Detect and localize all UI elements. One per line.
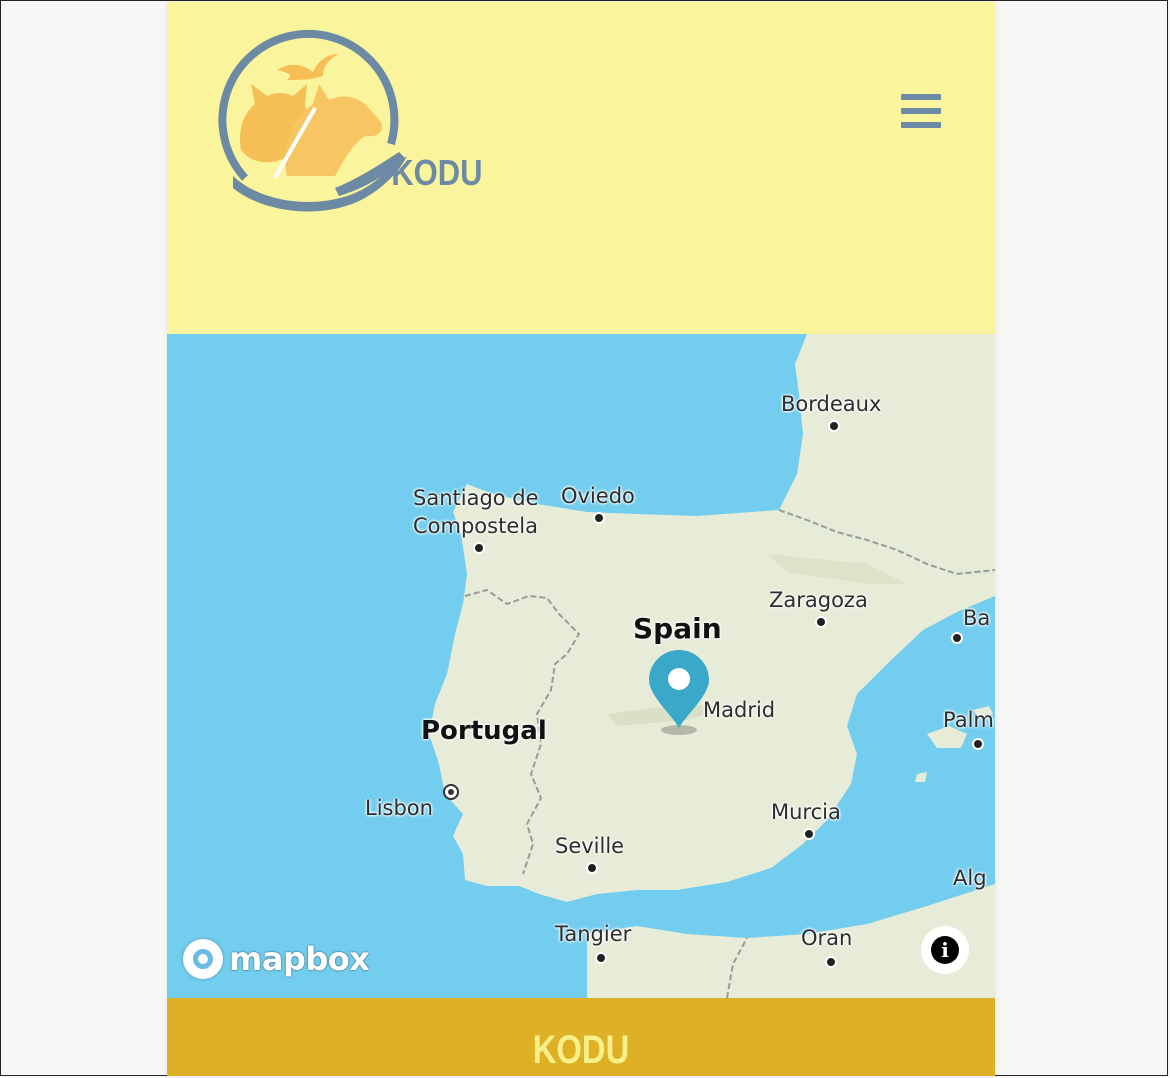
city-dot-seville [586, 862, 598, 874]
city-label-algiers: Alg [953, 866, 987, 890]
location-pin-icon[interactable] [647, 650, 711, 740]
city-dot-tangier [595, 952, 607, 964]
city-label-santiago: Santiago de Compostela [413, 486, 539, 538]
city-dot-zaragoza [815, 616, 827, 628]
city-label-palma: Palm [943, 708, 994, 732]
mobile-viewport: KODU Bordeaux Santiago de Compostela Ovi… [167, 2, 995, 1076]
city-label-madrid: Madrid [703, 698, 776, 722]
city-label-oviedo: Oviedo [561, 484, 635, 508]
city-label-murcia: Murcia [771, 800, 841, 824]
city-label-seville: Seville [555, 834, 625, 858]
mapbox-logo-icon [183, 939, 223, 979]
city-dot-bordeaux [828, 420, 840, 432]
mapbox-logo[interactable]: mapbox [183, 936, 370, 982]
city-dot-palma [972, 738, 984, 750]
country-label-portugal: Portugal [421, 716, 547, 746]
attribution-info-button[interactable]: i [921, 926, 969, 974]
city-dot-murcia [803, 828, 815, 840]
city-dot-oran [825, 956, 837, 968]
country-label-spain: Spain [633, 612, 722, 645]
kodu-logo[interactable]: KODU [215, 28, 487, 218]
city-label-oran: Oran [801, 926, 853, 950]
city-label-tangier: Tangier [555, 922, 632, 946]
mapbox-logo-text: mapbox [229, 940, 370, 978]
hamburger-menu-icon[interactable] [897, 90, 945, 132]
footer-title: KODU [532, 1028, 630, 1072]
logo-text: KODU [391, 154, 482, 194]
city-label-zaragoza: Zaragoza [769, 588, 868, 612]
city-label-lisbon: Lisbon [365, 796, 433, 820]
city-dot-barcelona [951, 632, 963, 644]
kodu-logo-icon: KODU [218, 29, 482, 212]
site-footer: KODU [167, 998, 995, 1076]
site-header: KODU [167, 2, 995, 334]
city-dot-lisbon [443, 784, 459, 800]
info-icon: i [931, 936, 959, 964]
city-label-bordeaux: Bordeaux [781, 392, 882, 416]
city-dot-oviedo [593, 512, 605, 524]
map-view[interactable]: Bordeaux Santiago de Compostela Oviedo Z… [167, 334, 995, 998]
map-base-layer [429, 334, 995, 998]
city-label-barcelona: Ba [963, 606, 991, 630]
city-dot-santiago [473, 542, 485, 554]
